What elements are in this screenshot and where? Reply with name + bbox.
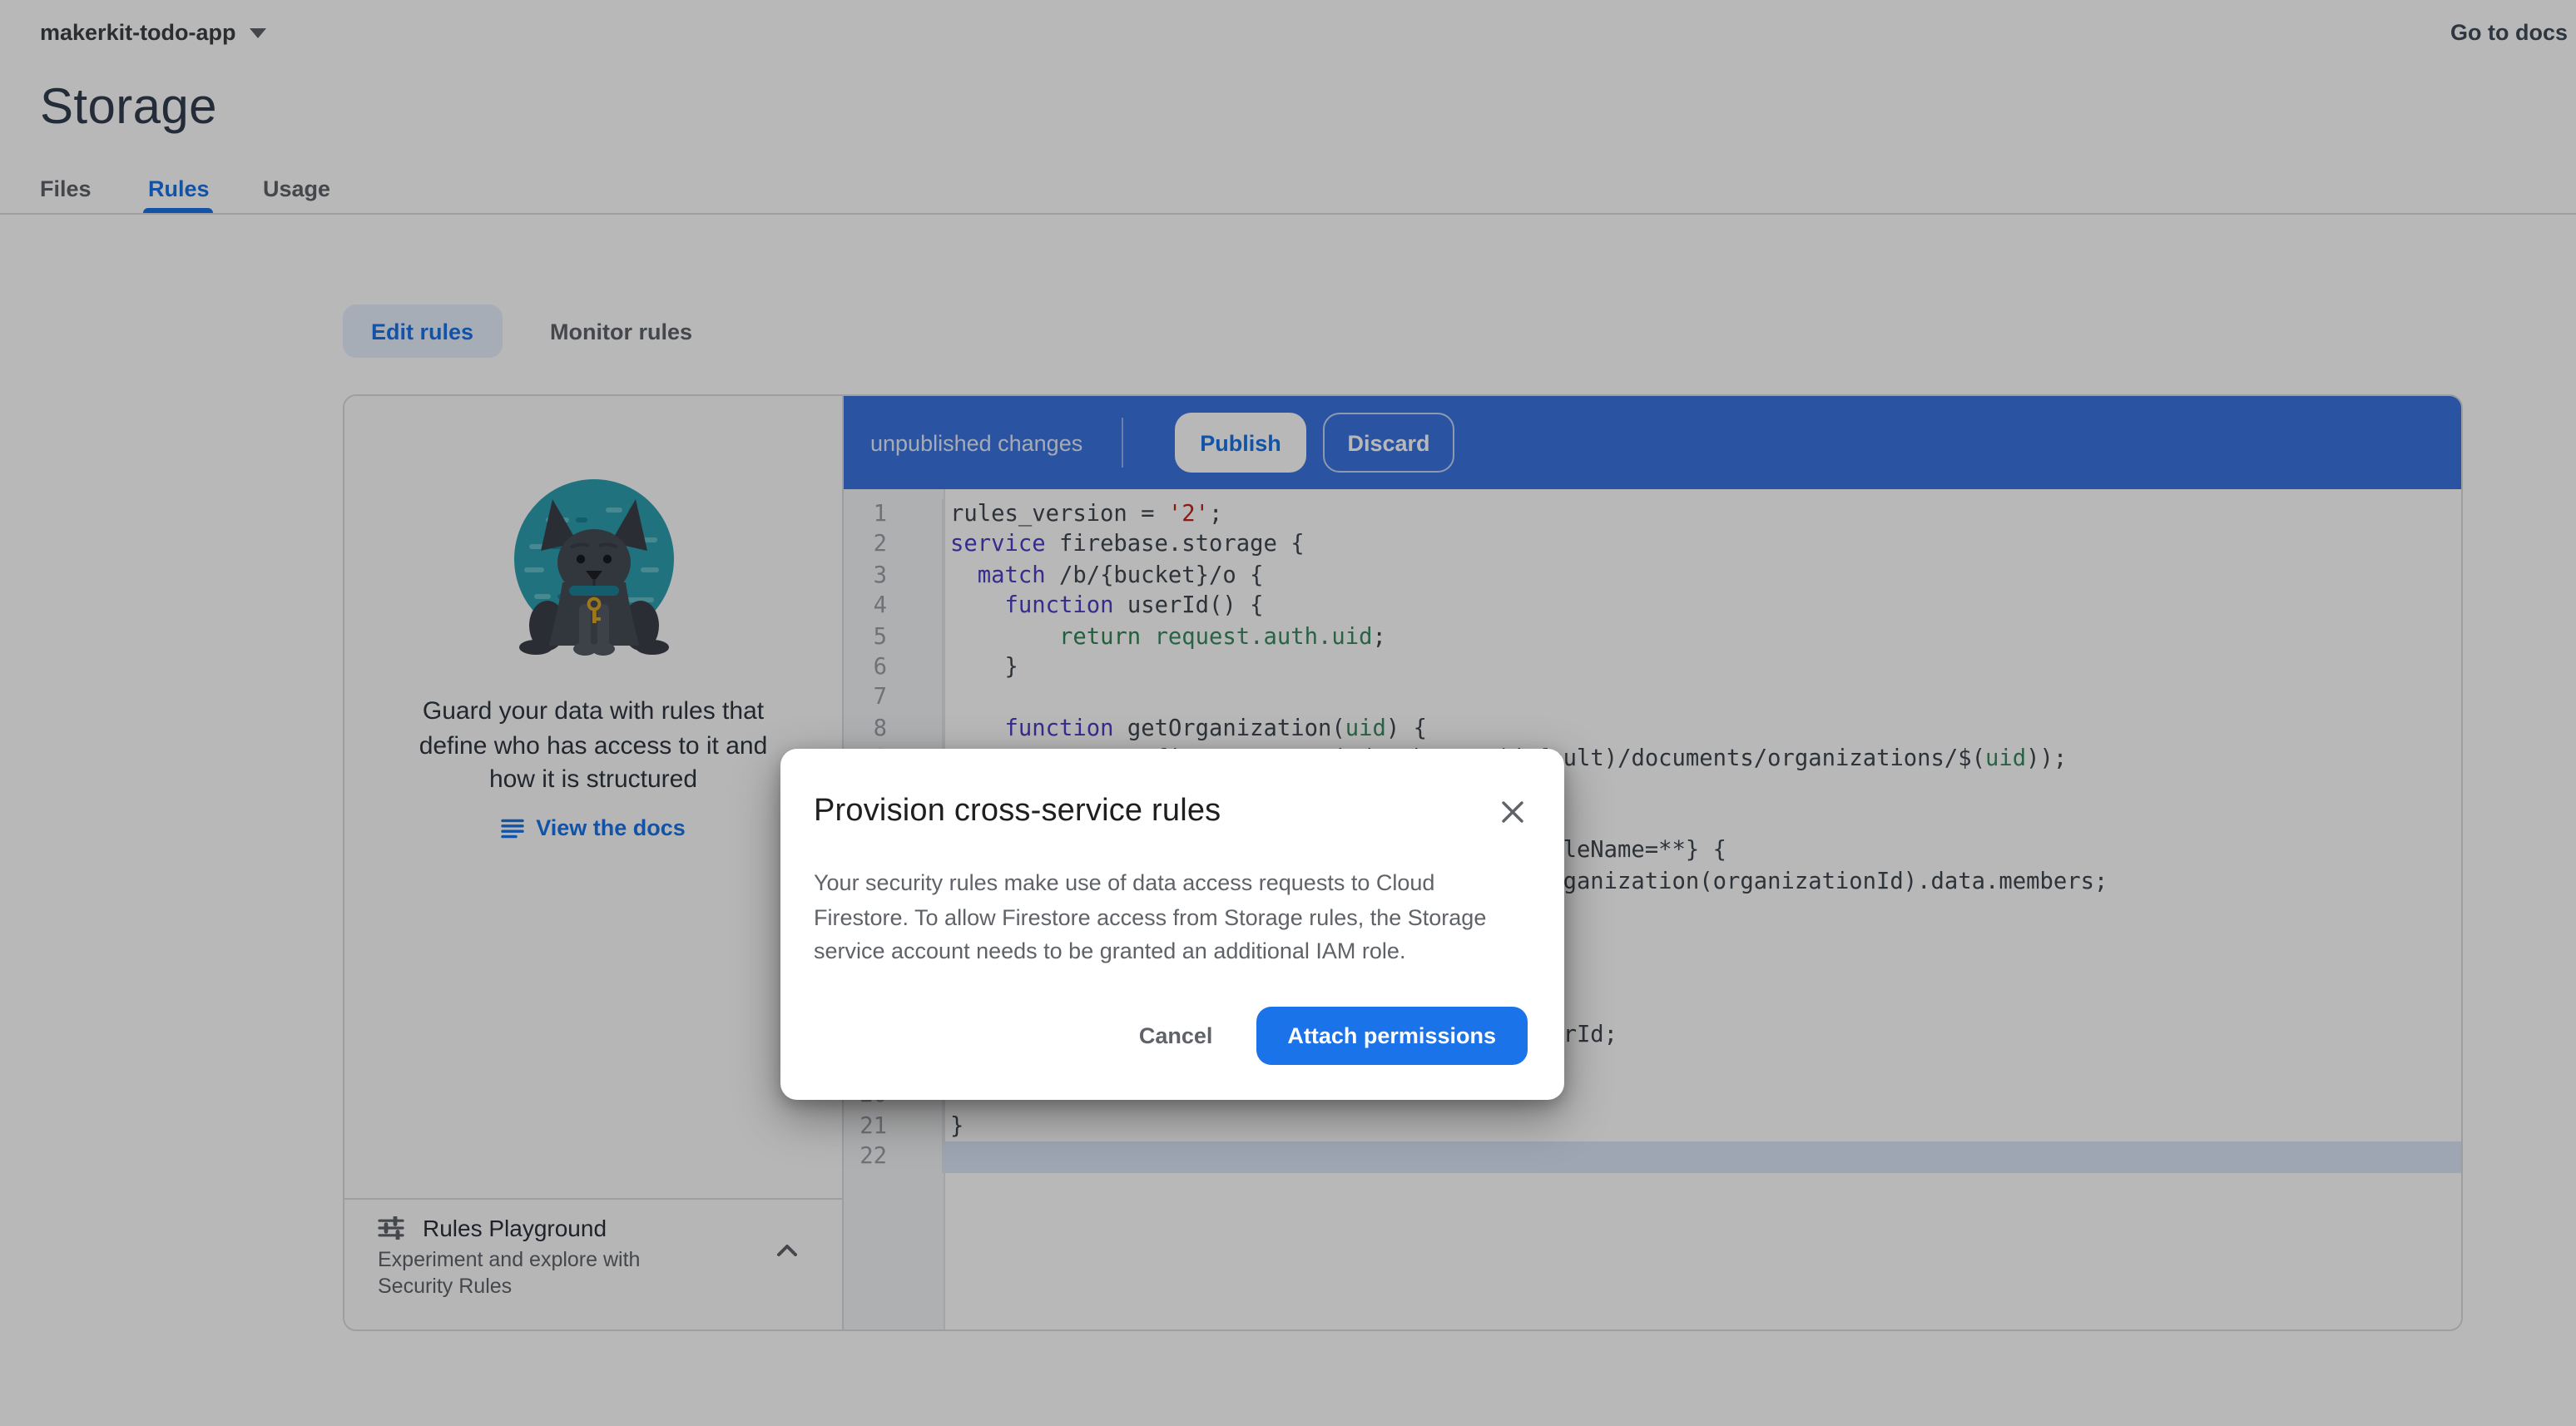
firebase-storage-rules-page: makerkit-todo-app Go to docs Storage Fil… — [0, 0, 2576, 1426]
dialog-title: Provision cross-service rules — [814, 794, 1221, 830]
provision-cross-service-rules-dialog: Provision cross-service rules Your secur… — [780, 749, 1564, 1100]
dialog-actions: Cancel Attach permissions — [1139, 1007, 1528, 1065]
attach-permissions-button[interactable]: Attach permissions — [1256, 1007, 1528, 1065]
close-icon — [1498, 797, 1528, 827]
dialog-body-text: Your security rules make use of data acc… — [814, 867, 1486, 969]
cancel-button[interactable]: Cancel — [1139, 1023, 1213, 1048]
modal-backdrop — [0, 0, 2576, 1426]
close-button[interactable] — [1494, 794, 1531, 830]
